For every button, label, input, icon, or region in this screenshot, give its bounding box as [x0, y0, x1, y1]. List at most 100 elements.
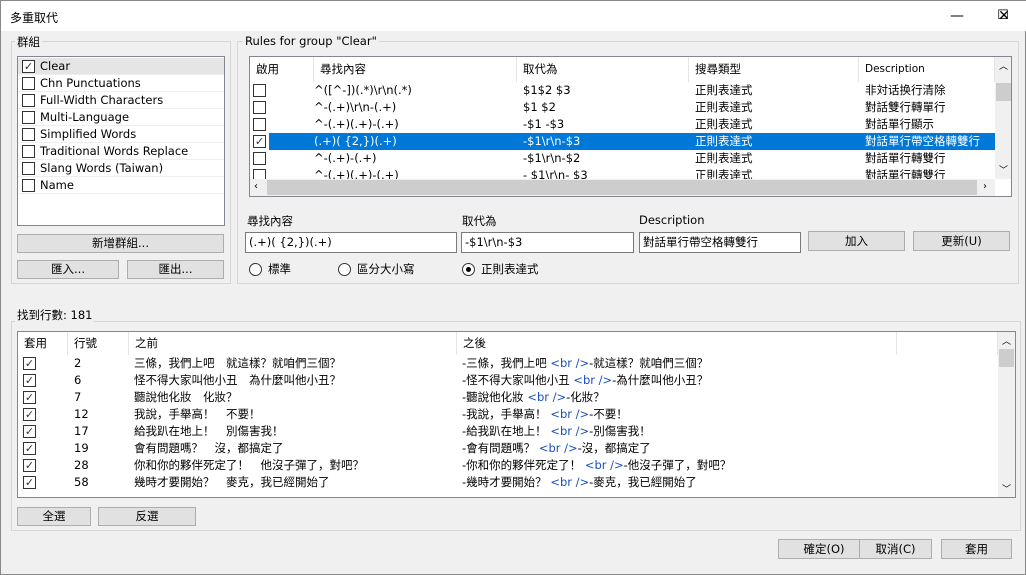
- after-text-a: -三條，我們上吧: [462, 356, 551, 370]
- find-input[interactable]: (.+)( {2,})(.+): [245, 232, 457, 253]
- rules-vertical-scrollbar[interactable]: ︿ ﹀: [995, 57, 1011, 179]
- window-title: 多重取代: [10, 11, 59, 25]
- checkbox[interactable]: [22, 162, 35, 175]
- result-row[interactable]: ✓ 19 會有問題嗎？ 沒，都搞定了 -會有問題嗎？ <br />-沒，都搞定了: [18, 440, 998, 457]
- checkbox[interactable]: ✓: [253, 135, 266, 148]
- after-text-b: -麥克，我已經開始了: [589, 475, 697, 489]
- column-header[interactable]: 之前: [129, 332, 457, 355]
- new-group-button[interactable]: 新增群組...: [17, 234, 224, 253]
- invert-selection-button[interactable]: 反選: [98, 507, 196, 526]
- cancel-button[interactable]: 取消(C): [859, 539, 932, 559]
- checkbox[interactable]: ✓: [23, 459, 36, 472]
- column-header[interactable]: 取代為: [517, 57, 689, 82]
- column-header[interactable]: 尋找內容: [314, 57, 517, 82]
- rule-find: ^-(.+)-(.+): [314, 151, 377, 165]
- group-item[interactable]: Traditional Words Replace: [18, 143, 224, 160]
- result-row[interactable]: ✓ 58 幾時才要開始？ 麥克，我已經開始了 -幾時才要開始？ <br />-麥克，我…: [18, 474, 998, 491]
- checkbox[interactable]: [253, 84, 266, 97]
- results-count-label: 找到行數: 181: [15, 307, 95, 323]
- group-item[interactable]: Slang Words (Taiwan): [18, 160, 224, 177]
- radio-selected-icon: [462, 263, 475, 276]
- results-vertical-scrollbar[interactable]: ︿ ﹀: [998, 332, 1015, 497]
- group-item[interactable]: Full-Width Characters: [18, 92, 224, 109]
- rule-row[interactable]: ✓ (.+)( {2,})(.+) -$1\r\n-$3 正則表達式 對話單行帶空格轉雙…: [250, 133, 995, 150]
- group-item[interactable]: Multi-Language: [18, 109, 224, 126]
- checkbox[interactable]: ✓: [23, 442, 36, 455]
- rule-row[interactable]: ^([^-])(.*)\r\n(.*) $1$2 $3 正則表達式 非対话换行清除: [250, 82, 995, 99]
- checkbox[interactable]: [253, 118, 266, 131]
- minimize-button[interactable]: —: [934, 1, 980, 31]
- export-button[interactable]: 匯出...: [127, 260, 224, 279]
- checkbox[interactable]: [253, 169, 266, 179]
- scroll-down-icon[interactable]: ﹀: [999, 163, 1008, 176]
- line-break-tag: <br />: [550, 407, 590, 421]
- group-list[interactable]: ✓ Clear Chn Punctuations Full-Width Charact…: [17, 56, 225, 226]
- result-row[interactable]: ✓ 6 怪不得大家叫他小丑 為什麼叫他小丑？ -怪不得大家叫他小丑 <br />-為什…: [18, 372, 998, 389]
- checkbox[interactable]: [253, 101, 266, 114]
- rule-type: 正則表達式: [695, 168, 753, 179]
- column-header[interactable]: 之後: [457, 332, 897, 355]
- scroll-thumb[interactable]: [996, 83, 1011, 101]
- description-input[interactable]: 對話單行帶空格轉雙行: [639, 232, 801, 253]
- checkbox[interactable]: ✓: [23, 425, 36, 438]
- after-text: -聽說他化妝 <br />-化妝？: [462, 389, 892, 406]
- group-item-label: Full-Width Characters: [40, 93, 164, 107]
- scroll-thumb[interactable]: [267, 180, 977, 195]
- checkbox[interactable]: ✓: [22, 60, 35, 73]
- group-item[interactable]: Name: [18, 177, 224, 194]
- checkbox[interactable]: ✓: [23, 408, 36, 421]
- group-item[interactable]: Simplified Words: [18, 126, 224, 143]
- scroll-up-icon[interactable]: ︿: [999, 59, 1008, 72]
- scroll-down-icon[interactable]: ﹀: [1002, 482, 1011, 495]
- rules-horizontal-scrollbar[interactable]: ‹ ›: [250, 179, 995, 196]
- apply-button[interactable]: 套用: [941, 539, 1012, 559]
- update-button[interactable]: 更新(U): [913, 231, 1010, 251]
- checkbox[interactable]: ✓: [23, 391, 36, 404]
- replace-input[interactable]: -$1\r\n-$3: [461, 232, 634, 253]
- rule-row[interactable]: ^-(.+)(.+)-(.+) - $1\r\n- $3 正則表達式 對話單行轉雙行: [250, 167, 995, 179]
- result-row[interactable]: ✓ 2 三條，我們上吧 就這樣？就咱們三個？ -三條，我們上吧 <br />-就這樣？…: [18, 355, 998, 372]
- group-item[interactable]: ✓ Clear: [18, 58, 224, 75]
- checkbox[interactable]: [22, 145, 35, 158]
- after-text: -給我趴在地上！ <br />-別傷害我！: [462, 423, 892, 440]
- scroll-left-icon[interactable]: ‹: [254, 181, 258, 192]
- after-text-b: -為什麼叫他小丑？: [612, 373, 709, 387]
- rule-row[interactable]: ^-(.+)(.+)-(.+) -$1 -$3 正則表達式 對話單行顯示: [250, 116, 995, 133]
- checkbox[interactable]: [22, 128, 35, 141]
- description-label: Description: [639, 213, 705, 227]
- checkbox[interactable]: [22, 77, 35, 90]
- mode-regex-radio[interactable]: 正則表達式: [462, 261, 539, 277]
- rule-find: ^([^-])(.*)\r\n(.*): [314, 83, 412, 97]
- rule-row[interactable]: ^-(.+)-(.+) -$1\r\n-$2 正則表達式 對話單行轉雙行: [250, 150, 995, 167]
- checkbox[interactable]: ✓: [23, 374, 36, 387]
- close-button[interactable]: ✕: [981, 1, 1026, 31]
- result-row[interactable]: ✓ 28 你和你的夥伴死定了！ 他沒子彈了，對吧？ -你和你的夥伴死定了！ <br /…: [18, 457, 998, 474]
- checkbox[interactable]: ✓: [23, 476, 36, 489]
- scroll-thumb[interactable]: [999, 349, 1014, 367]
- result-row[interactable]: ✓ 17 給我趴在地上！ 別傷害我！ -給我趴在地上！ <br />-別傷害我！: [18, 423, 998, 440]
- checkbox[interactable]: [22, 94, 35, 107]
- column-header[interactable]: 行號: [68, 332, 129, 355]
- column-header[interactable]: 套用: [18, 332, 68, 355]
- result-row[interactable]: ✓ 7 聽說他化妝 化妝？ -聽說他化妝 <br />-化妝？: [18, 389, 998, 406]
- scroll-up-icon[interactable]: ︿: [1002, 334, 1011, 347]
- rule-replace: - $1\r\n- $3: [523, 168, 588, 179]
- column-header[interactable]: 啟用: [250, 57, 314, 82]
- rule-row[interactable]: ^-(.+)\r\n-(.+) $1 $2 正則表達式 對話雙行轉單行: [250, 99, 995, 116]
- checkbox[interactable]: [22, 179, 35, 192]
- checkbox[interactable]: ✓: [23, 357, 36, 370]
- checkbox[interactable]: [253, 152, 266, 165]
- import-button[interactable]: 匯入...: [17, 260, 119, 279]
- add-button[interactable]: 加入: [808, 231, 905, 251]
- mode-standard-radio[interactable]: 標準: [249, 261, 291, 277]
- column-header[interactable]: Description: [859, 57, 995, 82]
- group-item[interactable]: Chn Punctuations: [18, 75, 224, 92]
- rule-desc: 非対话换行清除: [865, 83, 946, 97]
- checkbox[interactable]: [22, 111, 35, 124]
- result-row[interactable]: ✓ 12 我說，手舉高！ 不要！ -我說，手舉高！ <br />-不要！: [18, 406, 998, 423]
- select-all-button[interactable]: 全選: [17, 507, 91, 526]
- mode-case-sensitive-radio[interactable]: 區分大小寫: [338, 261, 415, 277]
- scroll-right-icon[interactable]: ›: [983, 181, 987, 192]
- column-header[interactable]: 搜尋類型: [689, 57, 859, 82]
- ok-button[interactable]: 確定(O): [778, 539, 870, 559]
